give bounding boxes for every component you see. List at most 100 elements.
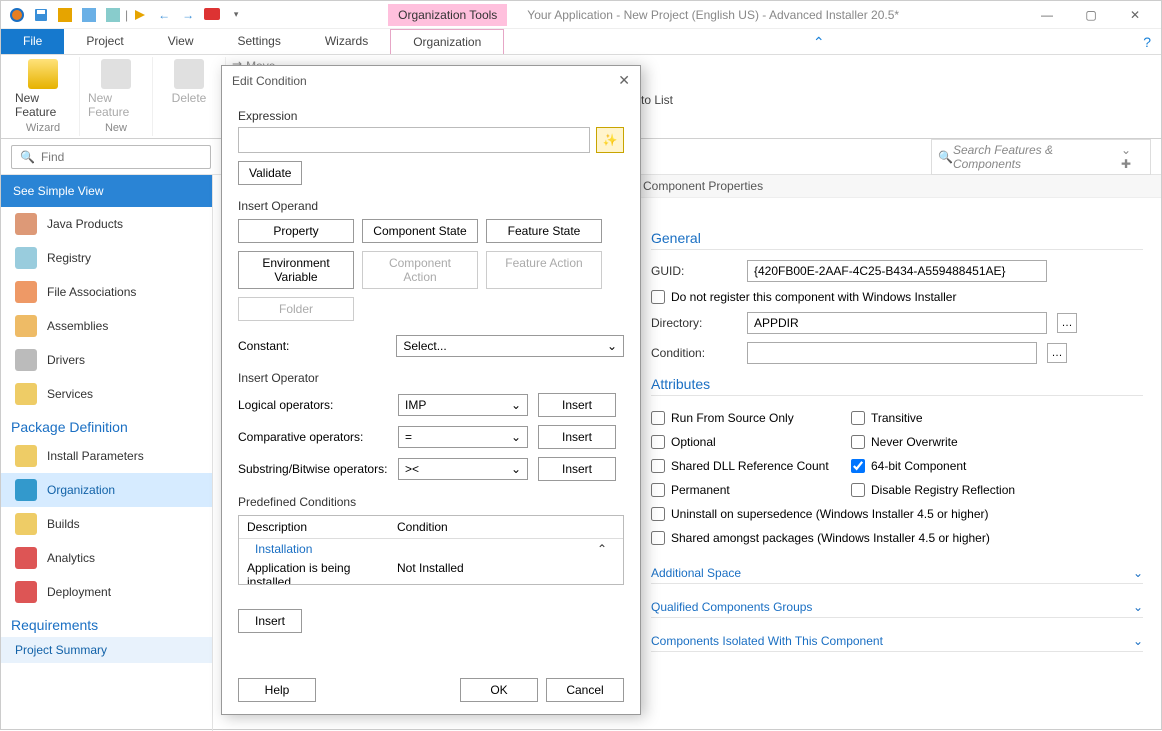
sidebar-item-project-summary[interactable]: Project Summary [1, 637, 212, 663]
guid-input[interactable] [747, 260, 1047, 282]
logical-op-select[interactable]: IMP⌄ [398, 394, 528, 416]
attr-uninstall-supersedence[interactable] [651, 507, 665, 521]
noreg-checkbox[interactable] [651, 290, 665, 304]
ribbon-label: Delete [172, 91, 207, 105]
constant-select[interactable]: Select...⌄ [396, 335, 624, 357]
forward-icon[interactable]: → [179, 6, 197, 24]
attr-shared-packages[interactable] [651, 531, 665, 545]
find-input[interactable]: 🔍 Find [11, 145, 211, 169]
menu-bar: File Project View Settings Wizards Organ… [1, 29, 1161, 55]
menu-organization[interactable]: Organization [390, 29, 504, 54]
help-button[interactable]: Help [238, 678, 316, 702]
substring-op-label: Substring/Bitwise operators: [238, 462, 388, 476]
expression-wizard-button[interactable]: ✨ [596, 127, 624, 153]
validate-button[interactable]: Validate [238, 161, 302, 185]
predef-insert-button[interactable]: Insert [238, 609, 302, 633]
attr-disable-reg-reflect[interactable] [851, 483, 865, 497]
col-condition: Condition [389, 516, 456, 538]
section-general: General [651, 230, 1143, 250]
attr-optional[interactable] [651, 435, 665, 449]
directory-input[interactable] [747, 312, 1047, 334]
env-var-button[interactable]: Environment Variable [238, 251, 354, 289]
attr-transitive[interactable] [851, 411, 865, 425]
feature-state-button[interactable]: Feature State [486, 219, 602, 243]
directory-browse-button[interactable]: … [1057, 313, 1077, 333]
component-state-button[interactable]: Component State [362, 219, 478, 243]
section-qualified-groups[interactable]: Qualified Components Groups⌄ [651, 594, 1143, 618]
condition-input[interactable] [747, 342, 1037, 364]
chevron-down-icon: ⌄ [1133, 634, 1143, 648]
logical-insert-button[interactable]: Insert [538, 393, 616, 417]
expression-label: Expression [238, 109, 624, 123]
to-list-label: to List [641, 93, 673, 107]
sidebar-item-fileassoc[interactable]: File Associations [1, 275, 212, 309]
menu-file[interactable]: File [1, 29, 64, 54]
ribbon-label: New Feature [15, 91, 71, 119]
search-icon: 🔍 [20, 150, 35, 164]
star-icon [28, 59, 58, 89]
attr-run-source[interactable] [651, 411, 665, 425]
sidebar-item-drivers[interactable]: Drivers [1, 343, 212, 377]
feature-action-button: Feature Action [486, 251, 602, 289]
ribbon-group-label: Wizard [26, 122, 60, 134]
qat-icon-1[interactable] [56, 6, 74, 24]
condition-browse-button[interactable]: … [1047, 343, 1067, 363]
minimize-button[interactable]: — [1025, 2, 1069, 28]
attr-shared-dll[interactable] [651, 459, 665, 473]
back-icon[interactable]: ← [155, 6, 173, 24]
attr-never-overwrite[interactable] [851, 435, 865, 449]
predefined-conditions-table[interactable]: Description Condition Installation⌃ Appl… [238, 515, 624, 585]
sidebar-item-assemblies[interactable]: Assemblies [1, 309, 212, 343]
comparative-insert-button[interactable]: Insert [538, 425, 616, 449]
col-description: Description [239, 516, 389, 538]
qat-icon-2[interactable] [80, 6, 98, 24]
save-icon[interactable] [32, 6, 50, 24]
close-button[interactable]: ✕ [1113, 2, 1157, 28]
sidebar-item-registry[interactable]: Registry [1, 241, 212, 275]
sidebar-item-organization[interactable]: Organization [1, 473, 212, 507]
help-icon[interactable]: ? [1133, 29, 1161, 54]
sidebar-item-java[interactable]: Java Products [1, 207, 212, 241]
run-icon[interactable] [131, 6, 149, 24]
maximize-button[interactable]: ▢ [1069, 2, 1113, 28]
ribbon-label: New Feature [88, 91, 144, 119]
insert-operator-label: Insert Operator [238, 371, 624, 385]
comparative-op-select[interactable]: =⌄ [398, 426, 528, 448]
substring-insert-button[interactable]: Insert [538, 457, 616, 481]
badge-icon[interactable] [203, 6, 221, 24]
cancel-button[interactable]: Cancel [546, 678, 624, 702]
menu-project[interactable]: Project [64, 29, 145, 54]
section-attributes: Attributes [651, 376, 1143, 396]
sidebar-section-pkgdef: Package Definition [1, 411, 212, 439]
menu-settings[interactable]: Settings [216, 29, 303, 54]
expand-icon[interactable]: ⌄ ✚ [1121, 143, 1144, 171]
table-row[interactable]: Application is being installed Not Insta… [239, 559, 623, 585]
attr-permanent[interactable] [651, 483, 665, 497]
qat-icon-3[interactable] [104, 6, 122, 24]
simple-view-button[interactable]: See Simple View [1, 175, 212, 207]
sidebar-item-analytics[interactable]: Analytics [1, 541, 212, 575]
menu-wizards[interactable]: Wizards [303, 29, 390, 54]
attr-64bit[interactable] [851, 459, 865, 473]
folder-button: Folder [238, 297, 354, 321]
section-additional-space[interactable]: Additional Space⌄ [651, 560, 1143, 584]
expression-input[interactable] [238, 127, 590, 153]
dropdown-icon[interactable]: ▾ [227, 6, 245, 24]
sidebar-item-services[interactable]: Services [1, 377, 212, 411]
sidebar-item-install-params[interactable]: Install Parameters [1, 439, 212, 473]
menu-view[interactable]: View [146, 29, 216, 54]
sidebar-item-builds[interactable]: Builds [1, 507, 212, 541]
chevron-up-icon[interactable]: ⌃ [803, 29, 835, 54]
noreg-label: Do not register this component with Wind… [671, 290, 956, 304]
sidebar-item-deployment[interactable]: Deployment [1, 575, 212, 609]
title-bar: | ← → ▾ Organization Tools Your Applicat… [1, 1, 1161, 29]
dialog-close-button[interactable]: ✕ [618, 72, 630, 89]
substring-op-select[interactable]: ><⌄ [398, 458, 528, 480]
search-components-input[interactable]: 🔍 Search Features & Components ⌄ ✚ [931, 139, 1151, 175]
property-button[interactable]: Property [238, 219, 354, 243]
section-isolated-components[interactable]: Components Isolated With This Component⌄ [651, 628, 1143, 652]
ok-button[interactable]: OK [460, 678, 538, 702]
group-installation[interactable]: Installation⌃ [239, 539, 623, 559]
new-feature-wizard-button[interactable]: New Feature [15, 59, 71, 119]
directory-label: Directory: [651, 316, 737, 330]
